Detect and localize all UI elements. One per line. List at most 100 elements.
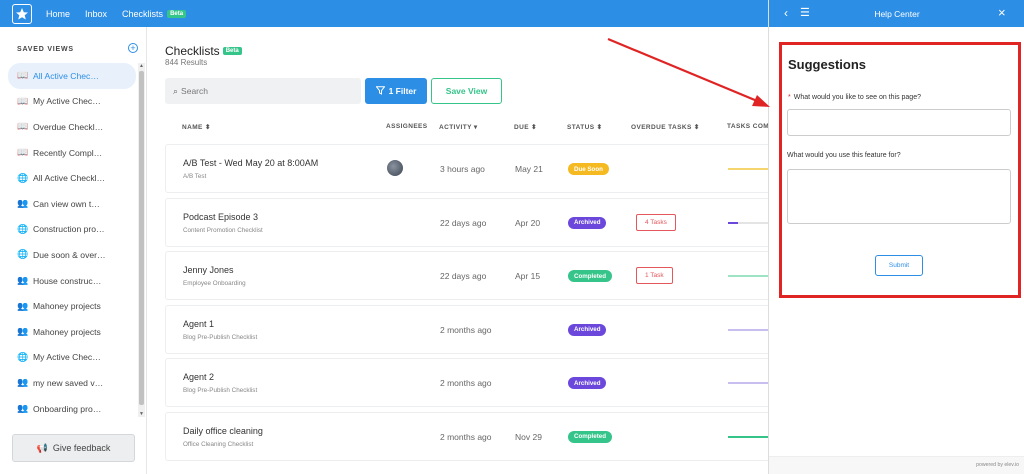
saved-view-item[interactable]: 📖 All Active Chec…	[8, 63, 136, 89]
scroll-up-arrow-icon[interactable]: ▲	[138, 63, 145, 69]
table-row[interactable]: Podcast Episode 3 Content Promotion Check…	[165, 197, 769, 247]
status-badge: Completed	[568, 270, 612, 282]
beta-badge: Beta	[167, 9, 187, 18]
saved-view-label: Construction pro…	[33, 224, 105, 235]
activity-time: 3 hours ago	[440, 164, 485, 174]
checklists-main: Checklists Beta 844 Results ⌕ 1 Filter S…	[147, 27, 769, 474]
due-date: Nov 29	[515, 431, 542, 442]
app-logo-star-icon[interactable]	[12, 3, 32, 24]
table-row[interactable]: Jenny Jones Employee Onboarding 22 days ag…	[165, 251, 769, 300]
overdue-tasks-badge[interactable]: 1 Task	[636, 267, 673, 284]
table-row[interactable]: A/B Test - Wed May 20 at 8:00AM A/B Test 3…	[165, 144, 769, 193]
saved-view-item[interactable]: 🌐 Due soon & over…	[8, 242, 136, 268]
status-badge: Archived	[568, 377, 607, 389]
col-overdue-tasks[interactable]: OVERDUE TASKS ⬍	[631, 123, 700, 131]
saved-view-item[interactable]: 👥 Mahoney projects	[8, 293, 136, 319]
globe-icon: 🌐	[17, 351, 29, 362]
saved-view-item[interactable]: 📖 Overdue Checkl…	[8, 114, 136, 140]
saved-view-label: Due soon & over…	[33, 249, 106, 260]
saved-view-label: Onboarding pro…	[33, 403, 102, 414]
checklist-name[interactable]: Agent 2	[183, 372, 214, 382]
help-center-title: Help Center	[874, 9, 920, 19]
submit-button[interactable]: Submit	[875, 255, 923, 276]
saved-view-item[interactable]: 🌐 My Active Chec…	[8, 345, 136, 371]
tasks-progress-bar	[728, 382, 769, 384]
saved-view-label: Mahoney projects	[33, 326, 101, 337]
question-2-textarea[interactable]	[787, 169, 1011, 224]
results-count: 844 Results	[165, 58, 208, 67]
question-1-input[interactable]	[787, 109, 1011, 136]
nav-checklists[interactable]: Checklists	[122, 9, 163, 19]
table-row[interactable]: Agent 1 Blog Pre-Publish Checklist 2 month…	[165, 304, 769, 354]
checklist-name[interactable]: Podcast Episode 3	[183, 212, 258, 222]
saved-view-item[interactable]: 👥 Can view own t…	[8, 191, 136, 217]
saved-view-item[interactable]: 🌐 All Active Checkl…	[8, 165, 136, 191]
checklist-name[interactable]: Agent 1	[183, 319, 214, 329]
saved-view-label: My Active Chec…	[33, 96, 101, 107]
add-saved-view-plus-icon[interactable]: +	[128, 43, 138, 53]
suggestions-heading: Suggestions	[788, 57, 867, 72]
activity-time: 2 months ago	[440, 431, 492, 442]
saved-view-item[interactable]: 👥 House construc…	[8, 268, 136, 294]
checklist-name[interactable]: Daily office cleaning	[183, 426, 263, 436]
users-icon: 👥	[17, 198, 29, 209]
table-row[interactable]: Agent 2 Blog Pre-Publish Checklist 2 month…	[165, 358, 769, 407]
suggestions-form: Suggestions * What would you like to see …	[779, 42, 1021, 298]
col-activity[interactable]: ACTIVITY ▾	[439, 123, 478, 131]
close-icon[interactable]: ×	[998, 5, 1006, 20]
book-icon: 📖	[17, 147, 29, 158]
template-name: Blog Pre-Publish Checklist	[183, 333, 258, 341]
book-icon: 📖	[17, 95, 29, 106]
activity-time: 22 days ago	[440, 217, 487, 228]
overdue-tasks-badge[interactable]: 4 Tasks	[636, 213, 676, 231]
saved-view-item[interactable]: 👥 Mahoney projects	[8, 319, 136, 345]
saved-view-label: Recently Compl…	[33, 147, 103, 158]
checklist-name[interactable]: A/B Test - Wed May 20 at 8:00AM	[183, 158, 318, 168]
question-1-text: What would you like to see on this page?	[793, 94, 921, 101]
table-row[interactable]: Daily office cleaning Office Cleaning Che…	[165, 411, 769, 461]
saved-views-sidebar: SAVED VIEWS + 📖 All Active Chec… 📖 My Activ…	[0, 27, 147, 474]
search-box[interactable]: ⌕	[165, 78, 361, 104]
book-icon: 📖	[17, 70, 29, 81]
assignee-avatar[interactable]	[387, 160, 403, 176]
status-badge: Completed	[568, 430, 612, 443]
top-navbar: Home Inbox Checklists Beta	[0, 0, 768, 27]
saved-view-item[interactable]: 👥 Onboarding pro…	[8, 396, 136, 422]
saved-view-label: my new saved v…	[33, 377, 104, 388]
col-tasks-completed[interactable]: TASKS COMPLETED	[727, 123, 768, 130]
megaphone-icon: 📢	[36, 442, 48, 453]
powered-by-text: powered by elev.io	[976, 462, 1019, 468]
users-icon: 👥	[17, 275, 29, 286]
give-feedback-button[interactable]: 📢 Give feedback	[12, 434, 135, 462]
globe-icon: 🌐	[17, 249, 29, 260]
col-assignees: ASSIGNEES	[386, 123, 428, 130]
tasks-progress-bar	[728, 328, 769, 331]
saved-views-list: 📖 All Active Chec… 📖 My Active Chec… 📖 Overdu…	[8, 63, 136, 421]
saved-view-item[interactable]: 📖 Recently Compl…	[8, 140, 136, 166]
help-center-header: ‹ ☰ Help Center ×	[769, 0, 1024, 27]
sidebar-scrollbar[interactable]: ▲ ▼	[138, 63, 145, 417]
book-icon: 📖	[17, 121, 29, 132]
col-name[interactable]: NAME ⬍	[182, 123, 211, 131]
saved-view-label: My Active Chec…	[33, 352, 101, 363]
title-beta-badge: Beta	[222, 47, 242, 55]
col-due[interactable]: DUE ⬍	[514, 123, 537, 131]
search-icon: ⌕	[173, 85, 179, 96]
col-status[interactable]: STATUS ⬍	[567, 123, 603, 131]
scroll-down-arrow-icon[interactable]: ▼	[138, 411, 145, 417]
nav-inbox[interactable]: Inbox	[85, 9, 107, 19]
question-2-label: What would you use this feature for?	[787, 152, 901, 159]
nav-home[interactable]: Home	[46, 9, 70, 19]
saved-view-label: Mahoney projects	[33, 301, 101, 312]
saved-view-item[interactable]: 🌐 Construction pro…	[8, 217, 136, 243]
checklist-name[interactable]: Jenny Jones	[183, 265, 234, 275]
saved-view-item[interactable]: 📖 My Active Chec…	[8, 89, 136, 115]
due-date: May 21	[515, 164, 543, 174]
tasks-progress-bar	[728, 168, 769, 170]
scroll-thumb[interactable]	[139, 71, 144, 405]
filter-button[interactable]: 1 Filter	[365, 78, 427, 104]
saved-view-item[interactable]: 👥 my new saved v…	[8, 370, 136, 396]
tasks-progress-bar	[728, 275, 769, 277]
search-input[interactable]	[181, 86, 352, 96]
save-view-button[interactable]: Save View	[431, 78, 502, 104]
